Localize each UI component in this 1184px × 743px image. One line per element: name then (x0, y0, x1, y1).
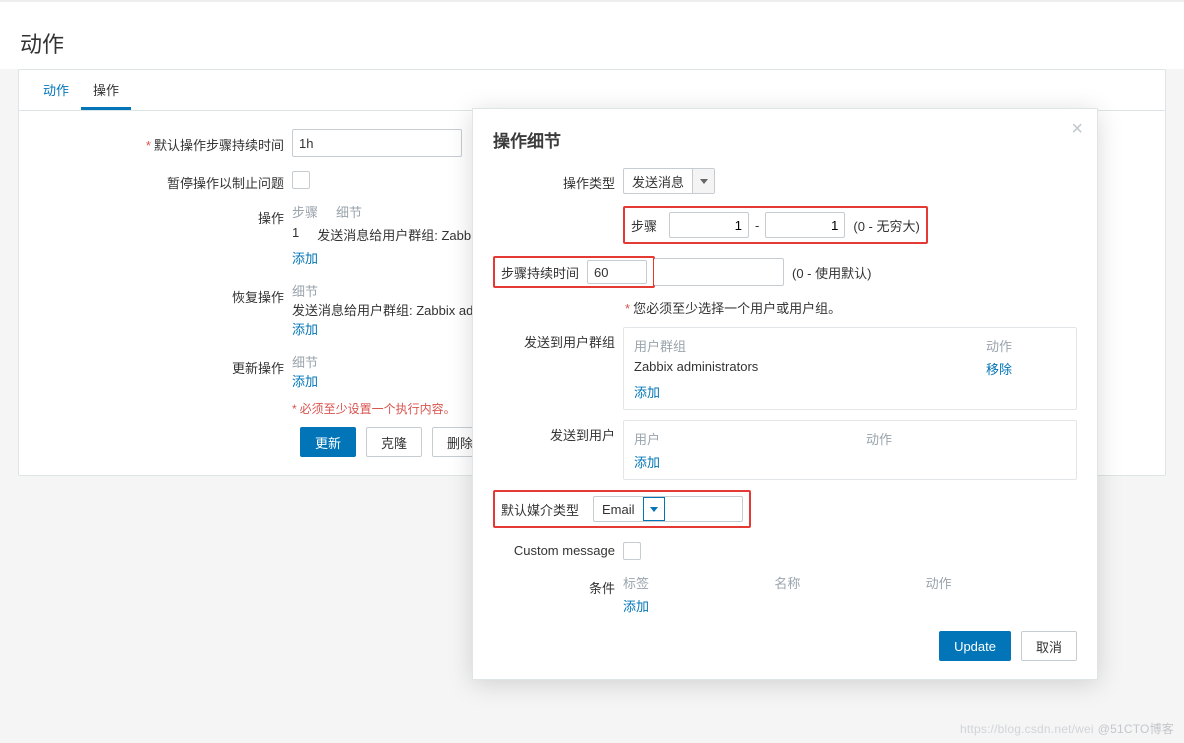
ops-col-detail: 细节 (336, 202, 362, 221)
update-ops-list: 细节 添加 (292, 352, 318, 390)
update-button[interactable]: 更新 (300, 427, 356, 457)
label-steps-spacer (493, 204, 623, 209)
group-row: Zabbix administrators 移除 (634, 359, 1066, 382)
input-step-duration-extra[interactable] (654, 258, 784, 286)
must-select-note: *您必须至少选择一个用户或用户组。 (625, 298, 1077, 317)
label-recovery: 恢复操作 (37, 281, 292, 306)
operations-add-link[interactable]: 添加 (292, 251, 318, 266)
label-update-ops: 更新操作 (37, 352, 292, 377)
groups-col-name: 用户群组 (634, 336, 986, 355)
operations-list: 步骤 细节 1 发送消息给用户群组: Zabbi 添加 (292, 202, 474, 267)
media-type-value: Email (594, 502, 643, 517)
label-pause: 暂停操作以制止问题 (37, 167, 292, 192)
ops-step-value: 1 (292, 225, 299, 244)
update-ops-col-detail: 细节 (292, 352, 318, 371)
label-required-note (37, 400, 292, 406)
close-icon[interactable]: × (1071, 119, 1083, 139)
label-conditions: 条件 (493, 573, 623, 597)
users-list: 用户 动作 添加 (623, 420, 1077, 480)
recovery-list: 细节 发送消息给用户群组: Zabbix adm 添加 (292, 281, 484, 338)
recovery-col-detail: 细节 (292, 281, 484, 300)
ops-col-step: 步骤 (292, 202, 318, 221)
select-media-type[interactable]: Email (593, 496, 743, 522)
watermark: https://blog.csdn.net/wei@51CTO博客 (960, 720, 1174, 737)
label-send-groups: 发送到用户群组 (493, 327, 623, 351)
input-step-from[interactable] (669, 212, 749, 238)
input-step-duration[interactable] (587, 260, 647, 284)
chevron-down-icon (692, 169, 714, 193)
required-asterisk: * (146, 138, 151, 153)
page-title: 动作 (0, 0, 1184, 69)
tab-action[interactable]: 动作 (31, 70, 81, 110)
recovery-add-link[interactable]: 添加 (292, 322, 318, 337)
modal-title: 操作细节 (493, 127, 1077, 152)
step-duration-suffix: (0 - 使用默认) (784, 263, 871, 282)
label-steps: 步骤 (631, 216, 669, 235)
checkbox-pause[interactable] (292, 171, 310, 189)
users-col-action: 动作 (866, 429, 1066, 448)
label-step-duration: 步骤持续时间 (501, 263, 587, 282)
label-custom-message: Custom message (493, 538, 623, 558)
groups-list: 用户群组 动作 Zabbix administrators 移除 添加 (623, 327, 1077, 410)
op-type-value: 发送消息 (624, 172, 692, 191)
groups-col-action: 动作 (986, 336, 1066, 355)
user-add-link[interactable]: 添加 (634, 455, 660, 470)
label-op-type: 操作类型 (493, 168, 623, 192)
cond-col-tag: 标签 (623, 573, 774, 592)
label-send-users: 发送到用户 (493, 420, 623, 444)
required-note: *必须至少设置一个执行内容。 (292, 400, 456, 417)
modal-cancel-button[interactable]: 取消 (1021, 631, 1077, 661)
step-separator: - (749, 218, 765, 233)
highlight-steps: 步骤 - (0 - 无穷大) (623, 206, 928, 244)
input-step-to[interactable] (765, 212, 845, 238)
update-ops-add-link[interactable]: 添加 (292, 374, 318, 389)
label-media-type: 默认媒介类型 (501, 500, 587, 519)
group-remove-link[interactable]: 移除 (986, 359, 1066, 378)
label-operations: 操作 (37, 202, 292, 227)
users-col-name: 用户 (634, 429, 866, 448)
clone-button[interactable]: 克隆 (366, 427, 422, 457)
highlight-media-type: 默认媒介类型 Email (493, 490, 751, 528)
tab-operation[interactable]: 操作 (81, 70, 131, 110)
checkbox-custom-message[interactable] (623, 542, 641, 560)
condition-add-link[interactable]: 添加 (623, 599, 649, 614)
group-row-name: Zabbix administrators (634, 359, 986, 378)
ops-detail-value: 发送消息给用户群组: Zabbi (317, 225, 474, 244)
chevron-down-icon (643, 497, 665, 521)
tab-bar: 动作 操作 (19, 70, 1165, 111)
highlight-step-duration: 步骤持续时间 (493, 256, 655, 288)
conditions-list: 标签 名称 动作 添加 (623, 573, 1077, 615)
step-suffix: (0 - 无穷大) (845, 216, 919, 235)
recovery-detail-value: 发送消息给用户群组: Zabbix adm (292, 300, 484, 319)
group-add-link[interactable]: 添加 (634, 385, 660, 400)
operation-detail-modal: × 操作细节 操作类型 发送消息 步骤 - (0 - 无穷大) 步骤持续时间 (472, 108, 1098, 680)
select-op-type[interactable]: 发送消息 (623, 168, 715, 194)
modal-footer: Update 取消 (493, 631, 1077, 661)
cond-col-name: 名称 (774, 573, 925, 592)
input-default-duration[interactable] (292, 129, 462, 157)
label-default-duration: *默认操作步骤持续时间 (37, 129, 292, 154)
cond-col-action: 动作 (926, 573, 1077, 592)
modal-update-button[interactable]: Update (939, 631, 1011, 661)
